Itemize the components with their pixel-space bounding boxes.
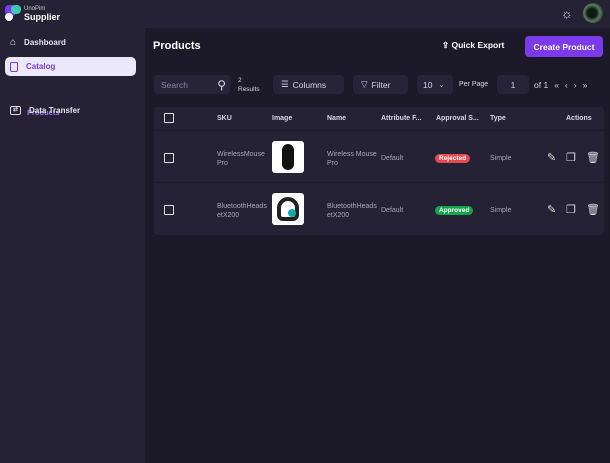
columns-button[interactable]: ☰ Columns — [273, 75, 344, 94]
header-image: Image — [272, 115, 293, 122]
header-type[interactable]: Type — [490, 115, 506, 122]
sidebar-item-label: Data Transfer — [29, 106, 81, 115]
top-bar: UnoPim Supplier ☼ — [0, 0, 610, 28]
header-actions: Actions — [566, 115, 592, 122]
filter-label: Filter — [371, 79, 391, 90]
type-cell: Simple — [490, 207, 512, 214]
results-count: 2 Results — [238, 77, 260, 93]
sidebar-item-label: Catalog — [26, 62, 56, 71]
sidebar: ⌂ Dashboard Catalog Products ⇄ Data Tran… — [0, 28, 145, 463]
quick-export-label: Quick Export — [451, 40, 505, 50]
row-checkbox[interactable] — [164, 205, 174, 215]
row-checkbox[interactable] — [164, 153, 174, 163]
sidebar-item-label: Dashboard — [24, 38, 66, 47]
user-avatar[interactable] — [583, 3, 603, 23]
name-cell: Wireless Mouse Pro — [327, 151, 377, 167]
product-image-mouse — [272, 141, 304, 173]
delete-icon[interactable]: 🗑 — [586, 203, 600, 216]
edit-icon[interactable]: ✎ — [547, 151, 556, 164]
columns-label: Columns — [292, 79, 327, 90]
header-approval-status[interactable]: Approval S... — [436, 115, 479, 122]
filter-button[interactable]: ▽ Filter — [353, 75, 408, 94]
page-title: Products — [153, 40, 201, 52]
quick-export-button[interactable]: ⇪ Quick Export — [442, 40, 504, 51]
copy-icon[interactable]: ❐ — [566, 151, 576, 164]
attribute-family-cell: Default — [381, 155, 404, 162]
product-image-headset — [272, 193, 304, 225]
clipboard-icon — [10, 61, 18, 72]
edit-icon[interactable]: ✎ — [547, 203, 556, 216]
first-page-icon[interactable]: « — [554, 80, 559, 90]
search-input[interactable]: Search ⚲ — [154, 75, 230, 94]
name-cell: BluetoothHeadsetX200 — [327, 203, 377, 219]
per-page-label: Per Page — [459, 81, 489, 88]
pagination: of 1 « ‹ › » — [534, 80, 587, 90]
main-content: Products ⇪ Quick Export Create Product S… — [145, 28, 610, 463]
chevron-down-icon: ⌄ — [438, 81, 445, 89]
filter-icon: ▽ — [361, 79, 368, 89]
header-attribute-family[interactable]: Attribute F... — [381, 115, 421, 122]
columns-icon: ☰ — [281, 79, 289, 89]
page-input[interactable]: 1 — [497, 75, 529, 94]
table-row: WirelessMousePro Wireless Mouse Pro Defa… — [154, 130, 604, 182]
brand-big: Supplier — [24, 12, 61, 22]
transfer-icon: ⇄ — [10, 106, 21, 115]
copy-icon[interactable]: ❐ — [566, 203, 576, 216]
status-badge: Rejected — [435, 154, 471, 163]
products-table: SKU Image Name Attribute F... Approval S… — [154, 107, 604, 235]
prev-page-icon[interactable]: ‹ — [565, 80, 568, 90]
per-page-value: 10 — [423, 79, 433, 90]
theme-toggle-sun-icon[interactable]: ☼ — [561, 6, 573, 21]
status-badge: Approved — [435, 206, 474, 215]
last-page-icon[interactable]: » — [583, 80, 588, 90]
create-product-button[interactable]: Create Product — [525, 36, 603, 57]
per-page-select[interactable]: 10 ⌄ — [417, 75, 453, 94]
home-icon: ⌂ — [10, 37, 17, 48]
page-total: of 1 — [534, 80, 549, 90]
delete-icon[interactable]: 🗑 — [586, 151, 600, 164]
logo-icon — [5, 5, 21, 21]
search-placeholder: Search — [161, 79, 188, 90]
next-page-icon[interactable]: › — [574, 80, 577, 90]
sidebar-item-dashboard[interactable]: ⌂ Dashboard — [5, 33, 136, 52]
sku-cell: WirelessMousePro — [217, 151, 265, 167]
sidebar-item-data-transfer[interactable]: ⇄ Data Transfer — [5, 101, 136, 120]
sku-cell: BluetoothHeadsetX200 — [217, 203, 267, 219]
logo[interactable]: UnoPim Supplier — [5, 5, 61, 22]
table-row: BluetoothHeadsetX200 BluetoothHeadsetX20… — [154, 182, 604, 234]
header-name[interactable]: Name — [327, 115, 346, 122]
search-icon: ⚲ — [217, 77, 226, 92]
attribute-family-cell: Default — [381, 207, 404, 214]
sidebar-item-catalog[interactable]: Catalog — [5, 57, 136, 76]
type-cell: Simple — [490, 155, 512, 162]
table-header: SKU Image Name Attribute F... Approval S… — [154, 107, 604, 130]
select-all-checkbox[interactable] — [164, 113, 174, 123]
header-sku[interactable]: SKU — [217, 115, 232, 122]
